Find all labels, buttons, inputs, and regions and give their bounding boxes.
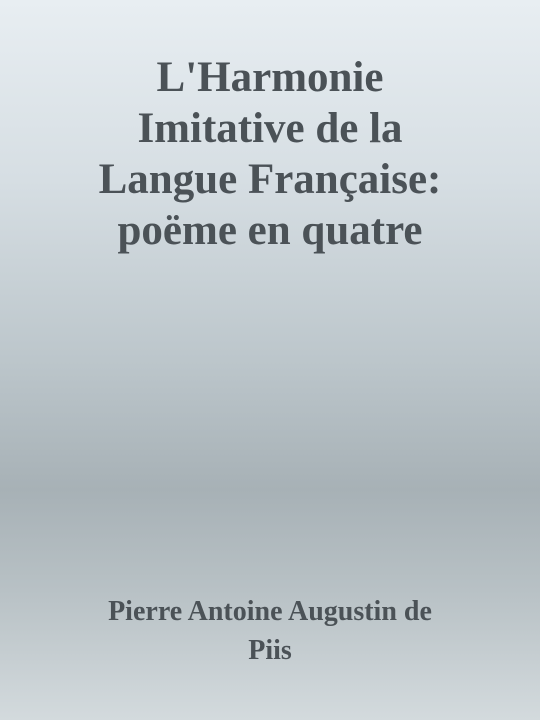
title-line-1: L'Harmonie bbox=[156, 54, 384, 101]
title-line-3: Langue Française: bbox=[98, 156, 442, 203]
title-line-2: Imitative de la bbox=[137, 105, 403, 152]
author-line-2: Piis bbox=[248, 635, 292, 666]
book-author: Pierre Antoine Augustin de Piis bbox=[20, 592, 520, 670]
author-line-1: Pierre Antoine Augustin de bbox=[108, 596, 432, 627]
title-line-4: poëme en quatre bbox=[117, 207, 423, 254]
book-cover: L'Harmonie Imitative de la Langue França… bbox=[0, 0, 540, 720]
book-title: L'Harmonie Imitative de la Langue França… bbox=[20, 52, 520, 256]
